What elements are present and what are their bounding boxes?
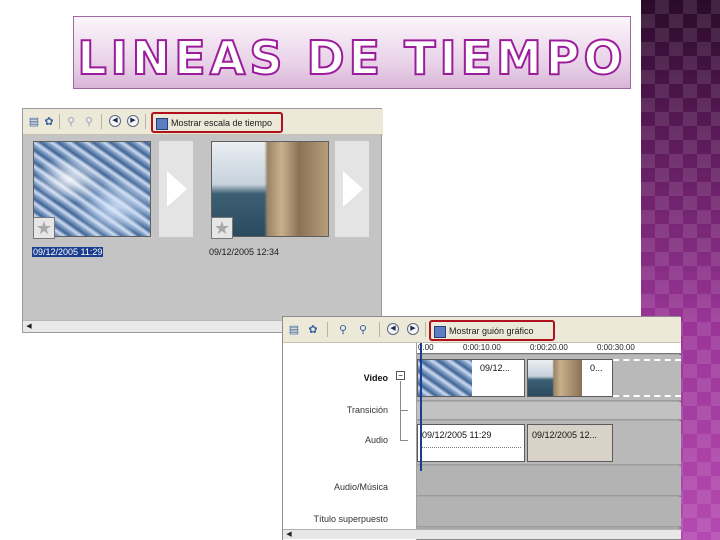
- timeline-toolbar: ▤ ✿ ⚲ ⚲ ◀ ▶ Mostrar guión gráfico: [283, 317, 681, 343]
- track-label-video: Video: [363, 373, 388, 383]
- audio-levels-icon[interactable]: ✿: [43, 115, 55, 129]
- show-timeline-label: Mostrar escala de tiempo: [171, 118, 273, 128]
- rewind-icon[interactable]: ◀: [109, 115, 121, 127]
- scroll-left-icon[interactable]: ◀: [24, 322, 34, 332]
- playhead-indicator[interactable]: [420, 343, 422, 471]
- ruler-tick: 0:00:10.00: [463, 343, 501, 352]
- audio-track[interactable]: 09/12/2005 11:29 09/12/2005 12...: [417, 421, 681, 465]
- scroll-left-icon[interactable]: ◀: [284, 530, 294, 540]
- track-labels-panel: Video − Transición Audio Audio/Música Tí…: [283, 343, 417, 540]
- storyboard-window: ▤ ✿ ⚲ ⚲ ◀ ▶ Mostrar escala de tiempo ★ ★…: [22, 108, 383, 333]
- track-label-transition: Transición: [346, 405, 388, 415]
- timeline-view-icon: [156, 118, 168, 130]
- show-storyboard-label: Mostrar guión gráfico: [449, 326, 534, 336]
- time-ruler[interactable]: 0.00 0:00:10.00 0:00:20.00 0:00:30.00: [417, 343, 681, 354]
- zoom-in-icon[interactable]: ⚲: [65, 115, 77, 129]
- toolbar-separator: [425, 322, 426, 337]
- show-timeline-button[interactable]: Mostrar escala de tiempo: [151, 112, 283, 133]
- toolbar-separator: [101, 114, 102, 129]
- video-track[interactable]: 09/12... 0...: [417, 355, 681, 401]
- narration-icon[interactable]: ▤: [28, 115, 40, 129]
- video-clip-label: 09/12...: [480, 363, 511, 373]
- timeline-window: ▤ ✿ ⚲ ⚲ ◀ ▶ Mostrar guión gráfico Video …: [282, 316, 681, 540]
- video-clip[interactable]: 0...: [527, 359, 613, 397]
- track-label-audio: Audio: [364, 435, 388, 445]
- rewind-icon[interactable]: ◀: [387, 323, 399, 335]
- title-box: LINEAS DE TIEMPO: [73, 16, 631, 89]
- ruler-tick: 0:00:30.00: [597, 343, 635, 352]
- tree-connector: [400, 410, 408, 411]
- audio-clip-label: 09/12/2005 11:29: [422, 430, 492, 440]
- slide-title: LINEAS DE TIEMPO: [76, 30, 627, 86]
- music-track[interactable]: [417, 466, 681, 496]
- audio-clip[interactable]: 09/12/2005 12...: [527, 424, 613, 462]
- tree-connector: [400, 440, 408, 441]
- clip-date-label: 09/12/2005 11:29: [32, 247, 104, 257]
- transition-slot[interactable]: [159, 141, 193, 237]
- toolbar-separator: [379, 322, 380, 337]
- video-clip-thumbnail: [418, 360, 472, 396]
- zoom-out-icon[interactable]: ⚲: [83, 115, 95, 129]
- play-icon[interactable]: ▶: [127, 115, 139, 127]
- effect-star-icon[interactable]: ★: [33, 217, 55, 239]
- play-icon[interactable]: ▶: [407, 323, 419, 335]
- audio-waveform: [421, 447, 521, 448]
- transition-track[interactable]: [417, 402, 681, 420]
- collapse-video-toggle[interactable]: −: [396, 371, 405, 380]
- zoom-in-icon[interactable]: ⚲: [337, 323, 349, 337]
- clip-extent-indicator: [613, 359, 681, 397]
- video-clip-thumbnail: [528, 360, 582, 396]
- toolbar-separator: [145, 114, 146, 129]
- video-clip-label: 0...: [590, 363, 603, 373]
- clip-date-label: 09/12/2005 12:34: [209, 247, 280, 257]
- transition-slot[interactable]: [335, 141, 369, 237]
- audio-clip-label: 09/12/2005 12...: [532, 430, 598, 440]
- tree-connector: [400, 381, 401, 441]
- narration-icon[interactable]: ▤: [288, 323, 300, 337]
- slide: LINEAS DE TIEMPO ▤ ✿ ⚲ ⚲ ◀ ▶ Mostrar esc…: [0, 0, 720, 540]
- timeline-scrollbar[interactable]: ◀: [283, 529, 681, 539]
- video-clip[interactable]: 09/12...: [417, 359, 525, 397]
- audio-levels-icon[interactable]: ✿: [307, 323, 319, 337]
- audio-clip[interactable]: 09/12/2005 11:29: [417, 424, 525, 462]
- title-overlay-track[interactable]: [417, 497, 681, 527]
- toolbar-separator: [327, 322, 328, 337]
- ruler-tick: 0:00:20.00: [530, 343, 568, 352]
- effect-star-icon[interactable]: ★: [211, 217, 233, 239]
- storyboard-view-icon: [434, 326, 446, 338]
- show-storyboard-button[interactable]: Mostrar guión gráfico: [429, 320, 555, 341]
- track-label-title-overlay: Título superpuesto: [313, 514, 388, 524]
- zoom-out-icon[interactable]: ⚲: [357, 323, 369, 337]
- storyboard-toolbar: ▤ ✿ ⚲ ⚲ ◀ ▶ Mostrar escala de tiempo: [23, 109, 383, 135]
- track-label-music: Audio/Música: [333, 482, 388, 492]
- toolbar-separator: [59, 114, 60, 129]
